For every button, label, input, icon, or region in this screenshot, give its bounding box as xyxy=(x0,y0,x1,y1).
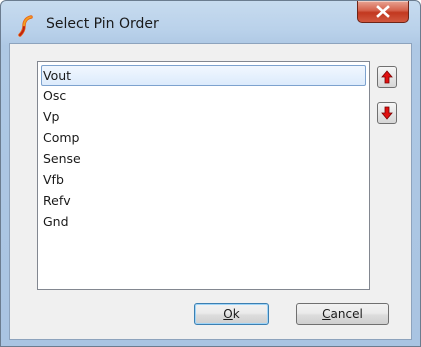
list-item[interactable]: Gnd xyxy=(41,212,366,233)
close-button[interactable] xyxy=(357,1,409,23)
dialog-client-area: Vout Osc Vp Comp Sense Vfb Refv Gnd Ok C… xyxy=(9,43,412,340)
list-item[interactable]: Osc xyxy=(41,86,366,107)
list-item[interactable]: Vp xyxy=(41,107,366,128)
arrow-up-icon xyxy=(381,70,393,84)
ok-button[interactable]: Ok xyxy=(194,303,269,325)
list-item[interactable]: Refv xyxy=(41,191,366,212)
close-icon xyxy=(376,5,390,18)
move-down-button[interactable] xyxy=(377,102,397,124)
cancel-label: ancel xyxy=(330,307,363,321)
dialog-window: Select Pin Order Vout Osc Vp Comp Sense … xyxy=(0,0,421,347)
arrow-down-icon xyxy=(381,106,393,120)
cancel-button[interactable]: Cancel xyxy=(296,303,389,325)
pin-order-list[interactable]: Vout Osc Vp Comp Sense Vfb Refv Gnd xyxy=(37,61,370,290)
list-item[interactable]: Sense xyxy=(41,149,366,170)
list-item[interactable]: Vout xyxy=(41,65,366,86)
window-title: Select Pin Order xyxy=(46,16,159,32)
list-item[interactable]: Comp xyxy=(41,128,366,149)
list-item[interactable]: Vfb xyxy=(41,170,366,191)
cancel-mnemonic: C xyxy=(322,307,331,321)
ok-label: k xyxy=(232,307,240,321)
move-up-button[interactable] xyxy=(377,66,397,88)
simetrix-logo-icon xyxy=(18,15,36,37)
ok-mnemonic: O xyxy=(223,307,233,321)
title-bar[interactable]: Select Pin Order xyxy=(1,1,420,43)
